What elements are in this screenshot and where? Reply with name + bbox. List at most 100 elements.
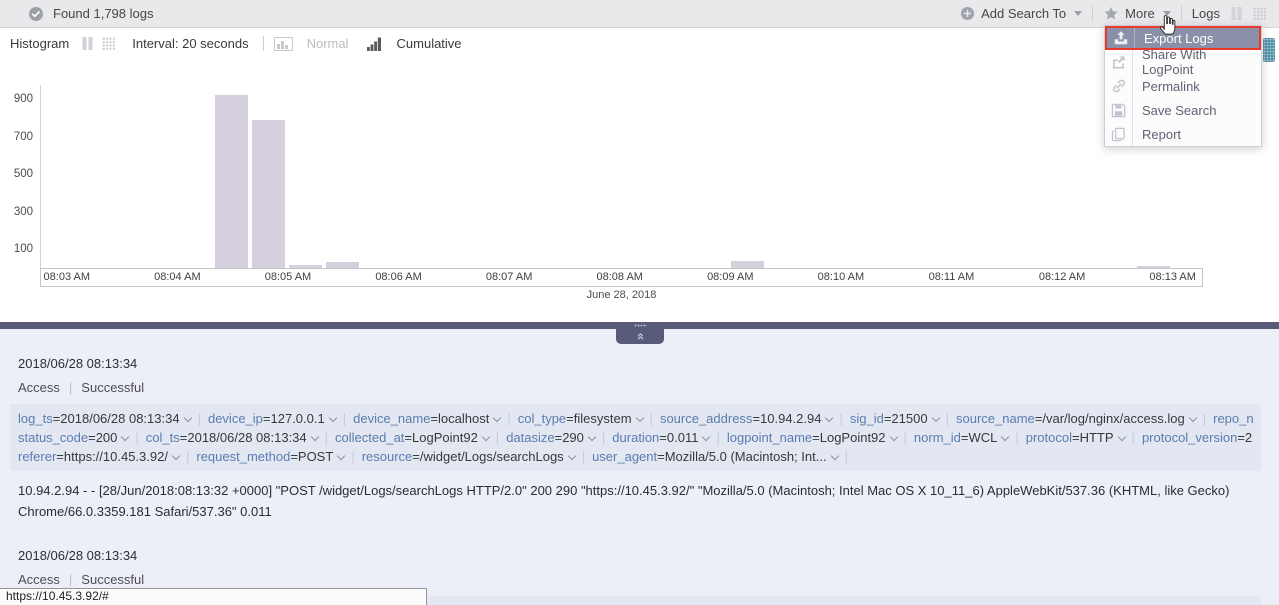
chevron-up-double-icon: » bbox=[633, 333, 646, 340]
field-chip-row: log_ts=2018/06/28 08:13:34 | device_ip=127… bbox=[18, 409, 1253, 428]
field-value: =21500 bbox=[884, 411, 928, 426]
chevron-down-icon[interactable] bbox=[889, 433, 897, 441]
log-label-access[interactable]: Access bbox=[18, 380, 60, 395]
field-chip-device_ip[interactable]: device_ip=127.0.0.1 bbox=[208, 411, 336, 426]
normal-toggle[interactable]: Normal bbox=[274, 36, 349, 51]
cumulative-toggle-label: Cumulative bbox=[397, 36, 462, 51]
separator bbox=[1132, 98, 1133, 122]
more-button[interactable]: More bbox=[1103, 6, 1171, 21]
chevron-down-icon[interactable] bbox=[337, 452, 345, 460]
search-button-fragment[interactable] bbox=[1263, 38, 1275, 62]
chevron-down-icon[interactable] bbox=[482, 433, 490, 441]
field-value: =200 bbox=[88, 430, 117, 445]
field-chip-col_ts[interactable]: col_ts=2018/06/28 08:13:34 bbox=[146, 430, 318, 445]
separator: | bbox=[198, 411, 201, 426]
chevron-down-icon[interactable] bbox=[588, 433, 596, 441]
field-chip-resource[interactable]: resource=/widget/Logs/searchLogs bbox=[362, 449, 575, 464]
field-chip-repo_name[interactable]: repo_name=_logpoint bbox=[1213, 411, 1253, 426]
add-search-to-label: Add Search To bbox=[981, 6, 1066, 21]
log-labels: Access|Successful bbox=[18, 380, 1269, 395]
chevron-down-icon[interactable] bbox=[172, 452, 180, 460]
log-results-list: 2018/06/28 08:13:34Access|Successfullog_… bbox=[0, 329, 1279, 605]
histogram-bar[interactable] bbox=[326, 262, 359, 268]
histogram-bar[interactable] bbox=[731, 261, 764, 268]
field-value: =/widget/Logs/searchLogs bbox=[412, 449, 563, 464]
log-label-successful[interactable]: Successful bbox=[81, 380, 144, 395]
menu-item-permalink[interactable]: Permalink bbox=[1105, 74, 1261, 98]
histogram-bar[interactable] bbox=[215, 95, 248, 268]
field-chip-source_address[interactable]: source_address=10.94.2.94 bbox=[660, 411, 833, 426]
field-name: col_type bbox=[518, 411, 566, 426]
menu-item-share-with-logpoint[interactable]: Share With LogPoint bbox=[1105, 50, 1261, 74]
field-chip-datasize[interactable]: datasize=290 bbox=[506, 430, 595, 445]
field-chip-norm_id[interactable]: norm_id=WCL bbox=[914, 430, 1008, 445]
columns-view-icon[interactable] bbox=[81, 37, 94, 50]
field-value: =https://10.45.3.92/ bbox=[56, 449, 168, 464]
field-name: logpoint_name bbox=[727, 430, 812, 445]
star-icon bbox=[1103, 6, 1119, 21]
chevron-down-icon[interactable] bbox=[493, 414, 501, 422]
field-value: =localhost bbox=[430, 411, 489, 426]
field-chip-referer[interactable]: referer=https://10.45.3.92/ bbox=[18, 449, 179, 464]
separator: | bbox=[839, 411, 842, 426]
field-chip-log_ts[interactable]: log_ts=2018/06/28 08:13:34 bbox=[18, 411, 191, 426]
chevron-down-icon[interactable] bbox=[310, 433, 318, 441]
log-label-successful[interactable]: Successful bbox=[81, 572, 144, 587]
save-icon bbox=[1105, 103, 1132, 118]
grid-view-icon[interactable] bbox=[1253, 7, 1267, 20]
field-chip-collected_at[interactable]: collected_at=LogPoint92 bbox=[335, 430, 489, 445]
field-value: =0.011 bbox=[659, 430, 698, 445]
columns-view-icon[interactable] bbox=[1230, 7, 1243, 20]
grid-view-icon[interactable] bbox=[102, 37, 116, 50]
chevron-down-icon[interactable] bbox=[1001, 433, 1009, 441]
field-chip-source_name[interactable]: source_name=/var/log/nginx/access.log bbox=[956, 411, 1196, 426]
collapse-handle[interactable]: » bbox=[616, 329, 664, 344]
menu-item-save-search[interactable]: Save Search bbox=[1105, 98, 1261, 122]
chevron-down-icon[interactable] bbox=[1117, 433, 1125, 441]
field-value: =290 bbox=[555, 430, 584, 445]
field-chip-protocol_version[interactable]: protocol_version=2.0 bbox=[1142, 430, 1253, 445]
field-value: =filesystem bbox=[566, 411, 631, 426]
menu-item-label: Save Search bbox=[1142, 103, 1216, 118]
chevron-down-icon[interactable] bbox=[825, 414, 833, 422]
histogram-bar[interactable] bbox=[289, 265, 322, 268]
chevron-down-icon[interactable] bbox=[702, 433, 710, 441]
field-chip-logpoint_name[interactable]: logpoint_name=LogPoint92 bbox=[727, 430, 897, 445]
add-search-to-button[interactable]: Add Search To bbox=[960, 6, 1082, 21]
y-axis-tick-label: 500 bbox=[0, 168, 33, 180]
separator: | bbox=[602, 430, 605, 445]
log-label-access[interactable]: Access bbox=[18, 572, 60, 587]
field-chip-duration[interactable]: duration=0.011 bbox=[612, 430, 709, 445]
field-value: =127.0.0.1 bbox=[263, 411, 325, 426]
cumulative-toggle[interactable]: Cumulative bbox=[367, 36, 462, 51]
field-value: =2018/06/28 08:13:34 bbox=[53, 411, 180, 426]
field-chips-block: log_ts=2018/06/28 08:13:34 | device_ip=127… bbox=[10, 404, 1261, 471]
field-chip-device_name[interactable]: device_name=localhost bbox=[353, 411, 500, 426]
chevron-down-icon[interactable] bbox=[830, 452, 838, 460]
interval-label: Interval: 20 seconds bbox=[132, 36, 248, 51]
chevron-down-icon[interactable] bbox=[328, 414, 336, 422]
field-chip-sig_id[interactable]: sig_id=21500 bbox=[850, 411, 939, 426]
chevron-down-icon[interactable] bbox=[635, 414, 643, 422]
upload-icon bbox=[1107, 30, 1134, 46]
field-value: =HTTP bbox=[1072, 430, 1114, 445]
more-dropdown-menu: Export LogsShare With LogPointPermalinkS… bbox=[1104, 25, 1262, 147]
x-axis-selection-strip[interactable]: 08:03 AM08:04 AM08:05 AM08:06 AM08:07 AM… bbox=[40, 268, 1203, 287]
separator: | bbox=[946, 411, 949, 426]
check-circle-icon bbox=[28, 6, 44, 22]
field-chip-request_method[interactable]: request_method=POST bbox=[196, 449, 344, 464]
chevron-down-icon[interactable] bbox=[1188, 414, 1196, 422]
chevron-down-icon[interactable] bbox=[121, 433, 129, 441]
chevron-down-icon[interactable] bbox=[567, 452, 575, 460]
chevron-down-icon[interactable] bbox=[931, 414, 939, 422]
histogram-bar[interactable] bbox=[252, 120, 285, 268]
separator: | bbox=[716, 430, 719, 445]
field-chip-status_code[interactable]: status_code=200 bbox=[18, 430, 128, 445]
field-name: request_method bbox=[196, 449, 290, 464]
field-chip-protocol[interactable]: protocol=HTTP bbox=[1026, 430, 1125, 445]
chevron-down-icon[interactable] bbox=[183, 414, 191, 422]
menu-item-report[interactable]: Report bbox=[1105, 122, 1261, 146]
field-chip-user_agent[interactable]: user_agent=Mozilla/5.0 (Macintosh; Int..… bbox=[592, 449, 838, 464]
histogram-bar[interactable] bbox=[1137, 266, 1170, 268]
field-chip-col_type[interactable]: col_type=filesystem bbox=[518, 411, 643, 426]
